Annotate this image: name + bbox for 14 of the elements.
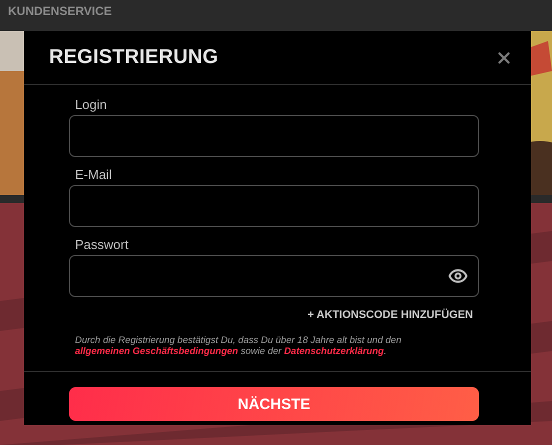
terms-link[interactable]: allgemeinen Geschäftsbedingungen — [75, 346, 238, 357]
field-label: Passwort — [75, 237, 130, 252]
terms-text: Durch die Registrierung bestätigst Du, dass Du über 18 Jahre alt bist und den allgemeinen Geschäftsbedingungen sowie der Datenschutzerklärung. — [75, 335, 402, 357]
input-field[interactable] — [69, 115, 479, 157]
input-field[interactable] — [69, 255, 479, 297]
nav-link[interactable]: KUNDENSERVICE — [8, 4, 112, 18]
privacy-link[interactable]: Datenschutzerklärung — [284, 346, 384, 357]
eye-icon[interactable] — [448, 266, 468, 286]
next-button[interactable]: NÄCHSTE — [69, 387, 479, 421]
dialog-title: REGISTRIERUNG — [49, 46, 218, 69]
promo-code-link[interactable]: + AKTIONSCODE HINZUFÜGEN — [307, 309, 473, 321]
field-label: E-Mail — [75, 167, 113, 182]
input-field[interactable] — [69, 185, 479, 227]
field-label: Login — [75, 97, 108, 112]
